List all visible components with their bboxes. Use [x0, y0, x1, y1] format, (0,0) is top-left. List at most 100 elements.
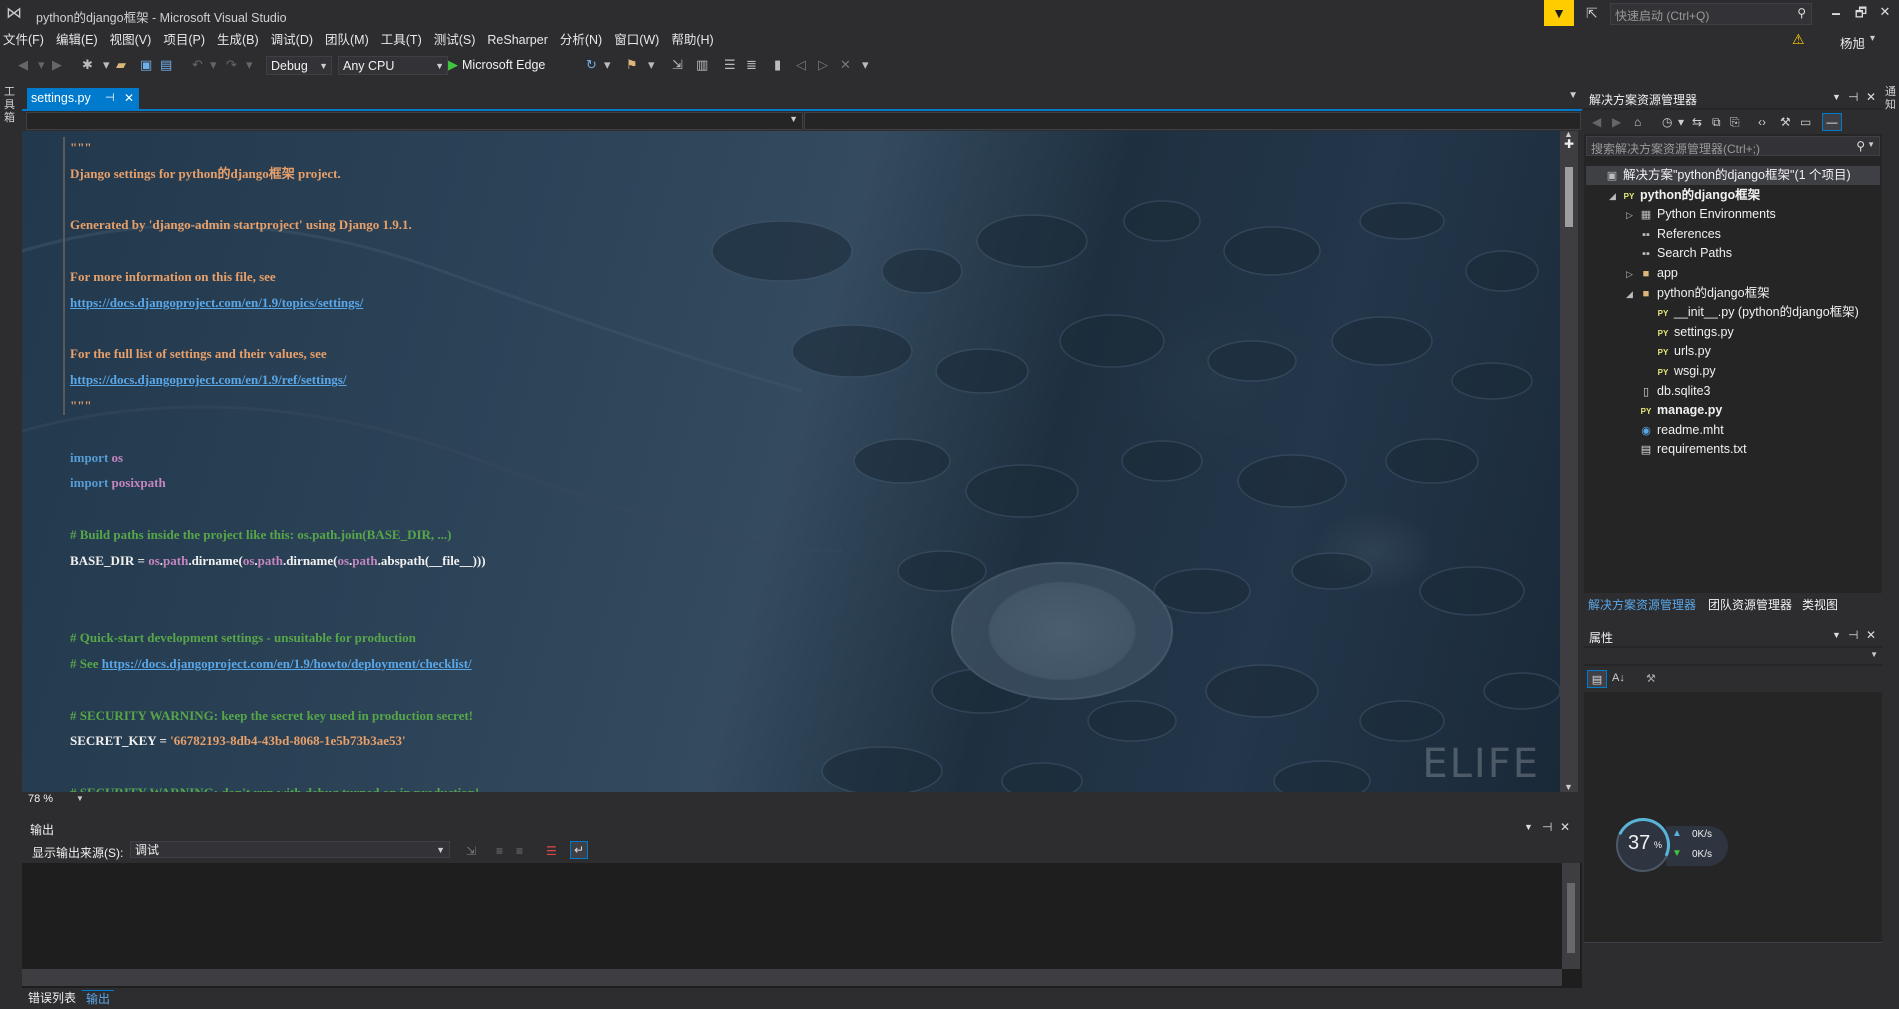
clear-bookmarks-icon[interactable]: ✕: [840, 57, 851, 73]
chevron-down-icon[interactable]: ▼: [1832, 630, 1841, 640]
next-bookmark-icon[interactable]: ▷: [818, 57, 828, 73]
save-all-icon[interactable]: ▤: [160, 57, 172, 73]
open-folder-icon[interactable]: ▰: [116, 57, 126, 73]
properties-wrench-icon[interactable]: ⚒: [1780, 115, 1791, 129]
outdent-icon[interactable]: ≣: [746, 57, 757, 73]
solution-search-input[interactable]: 搜索解决方案资源管理器(Ctrl+;) ⚲ ▼: [1586, 136, 1880, 156]
find-in-files-icon[interactable]: ⚑: [626, 57, 638, 73]
properties-object-select[interactable]: ▼: [1584, 648, 1882, 664]
wrench-icon[interactable]: ⚒: [1646, 672, 1656, 685]
scroll-down-icon[interactable]: ▼: [1564, 782, 1573, 792]
chevron-down-icon[interactable]: ▾: [38, 57, 45, 73]
menu-help[interactable]: 帮助(H): [668, 30, 722, 50]
expand-toggle-icon[interactable]: ▷: [1626, 206, 1638, 225]
bookmark-icon[interactable]: ▮: [774, 57, 781, 73]
pin-icon[interactable]: ⊣: [105, 88, 115, 109]
tree-node[interactable]: PY wsgi.py: [1643, 362, 1716, 381]
feedback-icon[interactable]: ⇱: [1586, 5, 1598, 22]
menu-project[interactable]: 项目(P): [160, 30, 214, 50]
tree-node[interactable]: ◉ readme.mht: [1626, 421, 1724, 440]
debug-window-icon[interactable]: ▥: [696, 57, 708, 73]
search-icon[interactable]: ⚲: [1856, 139, 1865, 153]
menu-debug[interactable]: 调试(D): [268, 30, 322, 50]
chevron-down-icon[interactable]: ▾: [604, 57, 611, 73]
back-icon[interactable]: ◀: [18, 57, 28, 73]
configuration-select[interactable]: Debug ▼: [266, 56, 332, 75]
tab-output[interactable]: 输出: [82, 990, 115, 1008]
code-link[interactable]: https://docs.djangoproject.com/en/1.9/re…: [70, 372, 346, 387]
tree-node[interactable]: ▪▪ References: [1626, 225, 1721, 244]
view-code-icon[interactable]: ‹›: [1758, 115, 1766, 129]
notifications-tab[interactable]: 通知: [1885, 86, 1899, 112]
split-window-icon[interactable]: ✚: [1564, 137, 1574, 151]
tree-node[interactable]: ▯ db.sqlite3: [1626, 382, 1711, 401]
zoom-level[interactable]: 78 %: [28, 793, 53, 805]
run-target-button[interactable]: Microsoft Edge: [462, 58, 545, 72]
menu-view[interactable]: 视图(V): [107, 30, 161, 50]
menu-build[interactable]: 生成(B): [214, 30, 268, 50]
menu-file[interactable]: 文件(F): [0, 30, 53, 50]
tab-error-list[interactable]: 错误列表: [24, 990, 80, 1007]
network-speed-widget[interactable]: ▲ 0K/s ▼ 0K/s 37 %: [1608, 810, 1732, 880]
expand-toggle-icon[interactable]: ◢: [1626, 285, 1638, 304]
editor-vertical-scrollbar[interactable]: ▲ ✚ ▼: [1560, 129, 1578, 792]
scrollbar-thumb[interactable]: [1565, 167, 1573, 227]
search-icon[interactable]: ⚲: [1797, 6, 1806, 20]
chevron-down-icon[interactable]: ▾: [1870, 33, 1875, 44]
word-wrap-icon[interactable]: ↵: [570, 841, 589, 859]
menu-analyze[interactable]: 分析(N): [557, 30, 611, 50]
menu-edit[interactable]: 编辑(E): [53, 30, 107, 50]
member-dropdown[interactable]: [804, 112, 1581, 130]
platform-select[interactable]: Any CPU ▼: [338, 56, 448, 75]
step-icon[interactable]: ⇲: [672, 57, 683, 73]
close-icon[interactable]: ✕: [1560, 820, 1570, 834]
tree-node[interactable]: PY __init__.py (python的django框架): [1643, 303, 1859, 322]
home-icon[interactable]: ⌂: [1634, 115, 1641, 129]
preview-icon[interactable]: ▭: [1800, 115, 1811, 129]
expand-toggle-icon[interactable]: ▷: [1626, 265, 1638, 284]
tree-node[interactable]: ◢ PY python的django框架: [1609, 186, 1760, 205]
close-window-button[interactable]: ✕: [1872, 4, 1898, 20]
menu-test[interactable]: 测试(S): [431, 30, 485, 50]
tree-node[interactable]: ◢ ■ python的django框架: [1626, 284, 1770, 303]
tree-node[interactable]: ▷ ▦ Python Environments: [1626, 205, 1776, 224]
find-message-icon[interactable]: ⇲: [466, 844, 476, 858]
pin-icon[interactable]: ⊣: [1848, 628, 1858, 642]
chevron-down-icon[interactable]: ▾: [862, 57, 869, 73]
undo-icon[interactable]: ↶: [192, 57, 203, 73]
chevron-down-icon[interactable]: ▾: [103, 57, 110, 73]
menu-team[interactable]: 团队(M): [322, 30, 378, 50]
chevron-down-icon[interactable]: ▾: [648, 57, 655, 73]
tree-node[interactable]: PY urls.py: [1643, 342, 1711, 361]
new-project-icon[interactable]: ✱: [82, 57, 93, 73]
quick-launch-input[interactable]: 快速启动 (Ctrl+Q) ⚲: [1610, 3, 1812, 25]
close-icon[interactable]: ✕: [1866, 90, 1876, 104]
chevron-down-icon[interactable]: ▼: [1524, 822, 1533, 832]
play-icon[interactable]: ▶: [448, 57, 458, 73]
indent-icon[interactable]: ☰: [724, 57, 736, 73]
tab-class-view[interactable]: 类视图: [1802, 596, 1838, 613]
scrollbar-thumb[interactable]: [1567, 883, 1575, 953]
pin-icon[interactable]: ⊣: [1542, 820, 1552, 834]
chevron-down-icon[interactable]: ▼: [76, 794, 84, 803]
refresh-icon[interactable]: ↻: [586, 57, 597, 73]
toolbox-tab[interactable]: 工具箱: [4, 86, 18, 125]
categorized-icon[interactable]: ▤: [1587, 670, 1607, 688]
tree-node[interactable]: ▷ ■ app: [1626, 264, 1678, 283]
forward-icon[interactable]: ▶: [52, 57, 62, 73]
close-icon[interactable]: ✕: [124, 88, 134, 109]
tree-node[interactable]: PY manage.py: [1626, 401, 1723, 420]
tree-node[interactable]: PY settings.py: [1643, 323, 1734, 342]
code-link[interactable]: https://docs.djangoproject.com/en/1.9/ho…: [102, 656, 472, 671]
menu-tools[interactable]: 工具(T): [378, 30, 431, 50]
collapse-all-icon[interactable]: ⧉: [1712, 115, 1721, 130]
chevron-down-icon[interactable]: ▼: [1867, 140, 1875, 149]
minimize-button[interactable]: 🗕: [1823, 4, 1849, 26]
sync-icon[interactable]: ⇆: [1692, 115, 1702, 129]
next-message-icon[interactable]: ≡: [516, 844, 523, 858]
output-vertical-scrollbar[interactable]: [1562, 863, 1580, 969]
expand-toggle-icon[interactable]: ◢: [1609, 187, 1621, 206]
menu-window[interactable]: 窗口(W): [611, 30, 668, 50]
chevron-down-icon[interactable]: ▾: [1678, 115, 1684, 129]
filter-icon[interactable]: ▼: [1544, 0, 1574, 26]
